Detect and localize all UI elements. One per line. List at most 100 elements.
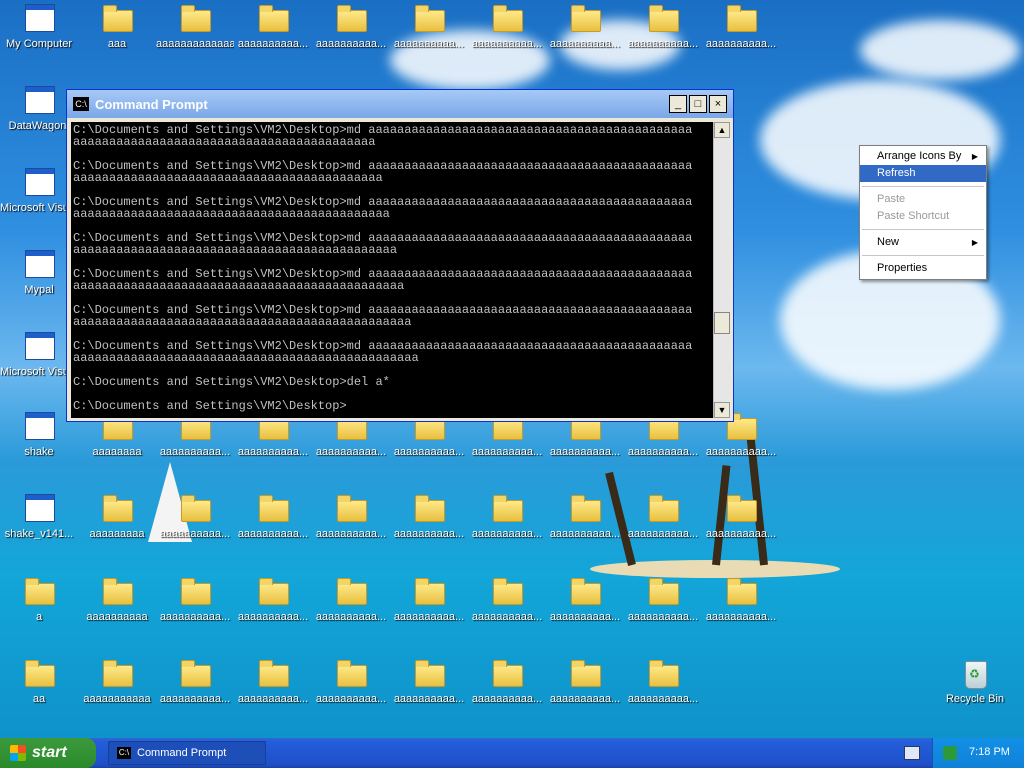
folder-icon <box>725 575 757 607</box>
recycle-bin-icon-item[interactable]: Recycle Bin <box>936 657 1014 733</box>
scroll-up-icon[interactable]: ▲ <box>714 122 730 138</box>
maximize-button[interactable]: □ <box>689 95 707 113</box>
menu-item-properties[interactable]: Properties <box>860 260 986 277</box>
folder-icon <box>335 2 367 34</box>
windows-logo-icon <box>10 745 26 761</box>
desktop-icon[interactable]: aaaaaaaaaa... <box>234 657 312 733</box>
desktop-icon-label: Recycle Bin <box>945 693 1005 705</box>
minimize-button[interactable]: _ <box>669 95 687 113</box>
desktop-icon[interactable]: aaaaaaaaaa... <box>156 575 234 651</box>
desktop-icon[interactable]: aaaaaaaaaa... <box>624 2 702 78</box>
desktop-icon[interactable]: aaaaaaaaaa... <box>390 2 468 78</box>
menu-separator <box>862 229 984 230</box>
taskbar-button-command-prompt[interactable]: C:\ Command Prompt <box>108 741 266 765</box>
taskbar-button-label: Command Prompt <box>137 747 227 759</box>
desktop-icon[interactable]: aaaaaaaaaa... <box>624 575 702 651</box>
folder-icon <box>569 492 601 524</box>
window-titlebar[interactable]: C:\ Command Prompt _ □ × <box>67 90 733 118</box>
clock[interactable]: 7:18 PM <box>969 746 1010 758</box>
desktop-icon[interactable]: aaaaaaaaaa... <box>468 657 546 733</box>
desktop-icon[interactable]: aaaaaaaaaa... <box>702 2 780 78</box>
vertical-scrollbar[interactable]: ▲ ▼ <box>713 122 730 418</box>
folder-icon <box>647 575 679 607</box>
folder-icon <box>491 575 523 607</box>
folder-icon <box>179 575 211 607</box>
desktop-icon[interactable]: aaaaaaaaaa... <box>156 492 234 568</box>
folder-icon <box>101 2 133 34</box>
desktop-icon[interactable]: aaaaaaaaaa... <box>390 575 468 651</box>
desktop-icon-label: aaaaaaaaaa... <box>549 693 621 705</box>
scroll-down-icon[interactable]: ▼ <box>714 402 730 418</box>
desktop-icon[interactable]: aaaaaaaaaa... <box>312 2 390 78</box>
menu-item-label: Properties <box>877 262 928 274</box>
desktop-icon[interactable]: aaaaaaaaaa... <box>546 2 624 78</box>
folder-icon <box>101 575 133 607</box>
desktop-icon[interactable]: shake_v141... <box>0 492 78 568</box>
folder-icon <box>569 657 601 689</box>
desktop-icon[interactable]: aaaaaaaaaa... <box>390 492 468 568</box>
desktop-icon[interactable]: aaa <box>78 2 156 78</box>
console-output[interactable]: C:\Documents and Settings\VM2\Desktop>md… <box>71 122 713 418</box>
menu-item-arrange-icons-by[interactable]: Arrange Icons By ▶ <box>860 148 986 165</box>
desktop-icon[interactable]: aaaaaaaaaa <box>78 575 156 651</box>
desktop-icon-label: aaaaaaaaaa... <box>705 611 777 623</box>
folder-icon <box>23 657 55 689</box>
desktop-icon[interactable]: aaaaaaaaaa... <box>234 575 312 651</box>
desktop-icon-label: aaaaaaaaaa... <box>393 528 465 540</box>
desktop-icon[interactable]: aaaaaaaaaa... <box>468 575 546 651</box>
desktop-icon[interactable]: aaaaaaaaaa... <box>312 657 390 733</box>
folder-icon <box>257 575 289 607</box>
desktop-icon[interactable]: aaaaaaaaaa... <box>390 657 468 733</box>
folder-icon <box>647 657 679 689</box>
computer-icon <box>23 2 55 34</box>
desktop-icon-label: aaaaaaaaaa... <box>159 693 231 705</box>
folder-icon <box>413 575 445 607</box>
desktop-icon[interactable]: aaaaaaaaaa... <box>546 575 624 651</box>
desktop-icon[interactable]: aaaaaaaaaaaaa <box>156 2 234 78</box>
desktop-icon-label: aaaaaaaaaa... <box>237 38 309 50</box>
desktop-icon[interactable]: aaaaaaaaaa... <box>624 657 702 733</box>
desktop-icon-label: aaaaaaaaa <box>89 528 145 540</box>
desktop-icon-label: shake <box>24 446 54 458</box>
folder-icon <box>491 492 523 524</box>
desktop-icon[interactable]: aaaaaaaaaa... <box>468 492 546 568</box>
desktop-icon[interactable]: aaaaaaaaaaa <box>78 657 156 733</box>
desktop-icon-label: aaaaaaaaaa... <box>393 693 465 705</box>
folder-icon <box>257 657 289 689</box>
scroll-thumb[interactable] <box>714 312 730 334</box>
desktop-icon[interactable]: aaaaaaaaaa... <box>702 575 780 651</box>
desktop-icon-label: aaaaaaaaaa... <box>315 446 387 458</box>
desktop-icon[interactable]: aaaaaaaaaa... <box>156 657 234 733</box>
command-prompt-window[interactable]: C:\ Command Prompt _ □ × C:\Documents an… <box>66 89 734 422</box>
folder-icon <box>725 492 757 524</box>
desktop-icon[interactable]: aaaaaaaaa <box>78 492 156 568</box>
desktop-icon[interactable]: aaaaaaaaaa... <box>702 492 780 568</box>
desktop-icon-label: aaaaaaaaaa... <box>705 38 777 50</box>
desktop-icon[interactable]: aaaaaaaaaa... <box>234 2 312 78</box>
desktop-icon[interactable]: aaaaaaaaaa... <box>546 492 624 568</box>
desktop-icon-label: aaaaaaaaaa... <box>627 38 699 50</box>
menu-item-new[interactable]: New ▶ <box>860 234 986 251</box>
desktop-icon-label: aaaaaaaaaa... <box>549 446 621 458</box>
desktop-icon[interactable]: aaaaaaaaaa... <box>546 657 624 733</box>
close-button[interactable]: × <box>709 95 727 113</box>
folder-icon <box>647 2 679 34</box>
folder-icon <box>101 657 133 689</box>
menu-item-refresh[interactable]: Refresh <box>860 165 986 182</box>
desktop-icon[interactable]: aa <box>0 657 78 733</box>
desktop-icon[interactable]: aaaaaaaaaa... <box>234 492 312 568</box>
desktop-icon[interactable]: My Computer <box>0 2 78 78</box>
keyboard-icon[interactable] <box>904 746 920 760</box>
network-icon[interactable] <box>943 746 957 760</box>
start-button[interactable]: start <box>0 738 96 768</box>
desktop-icon[interactable]: aaaaaaaaaa... <box>312 575 390 651</box>
system-tray: 7:18 PM <box>932 738 1024 768</box>
desktop-icon[interactable]: aaaaaaaaaa... <box>624 492 702 568</box>
desktop-icon[interactable]: a <box>0 575 78 651</box>
folder-icon <box>569 2 601 34</box>
desktop-icon[interactable]: aaaaaaaaaa... <box>312 492 390 568</box>
application-icon <box>23 330 55 362</box>
desktop-icon[interactable]: aaaaaaaaaa... <box>468 2 546 78</box>
submenu-arrow-icon: ▶ <box>971 152 978 161</box>
desktop-icon-label: aaaaaaaaaa... <box>627 446 699 458</box>
